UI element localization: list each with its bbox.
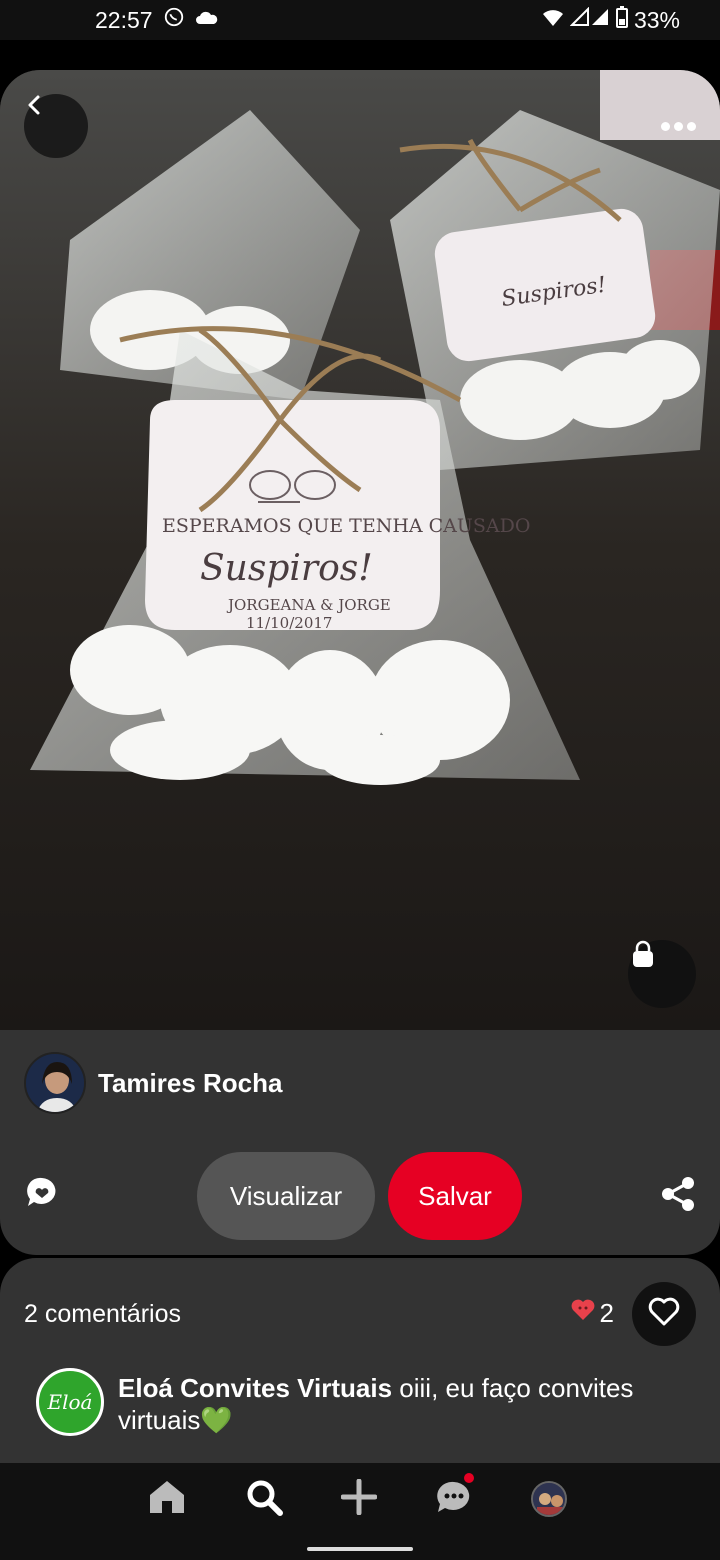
status-time: 22:57 [95, 6, 153, 33]
shop-button[interactable] [628, 940, 696, 1008]
messages-icon [436, 1480, 472, 1519]
nav-search[interactable] [242, 1477, 286, 1521]
tag-line2: Suspiros! [200, 548, 373, 589]
signal-icon [569, 6, 610, 33]
comments-count[interactable]: 2 comentários [24, 1300, 181, 1329]
nav-profile[interactable] [527, 1477, 571, 1521]
share-button[interactable] [658, 1176, 698, 1216]
pin-image[interactable]: Suspiros! ESPERAMOS QUE TENHA CAUSADO Su… [0, 70, 720, 1030]
like-button[interactable] [632, 1282, 696, 1346]
home-icon [148, 1479, 186, 1520]
comment-button[interactable] [22, 1174, 62, 1214]
comment-text: Eloá Convites Virtuais oiii, eu faço con… [118, 1368, 696, 1436]
add-icon [340, 1478, 378, 1520]
battery-icon [615, 6, 628, 34]
reaction-count: 2 [599, 1298, 614, 1328]
heart-outline-icon [648, 1297, 680, 1332]
search-icon [245, 1478, 283, 1521]
more-dot-icon [660, 121, 670, 131]
more-options-button[interactable] [656, 106, 700, 146]
tag-line3: JORGEANA & JORGE [226, 596, 391, 614]
share-icon [661, 1176, 695, 1217]
nav-home[interactable] [145, 1477, 189, 1521]
comment-avatar[interactable]: Eloá [36, 1368, 104, 1436]
tag-line1: ESPERAMOS QUE TENHA CAUSADO [162, 515, 530, 537]
messages-badge [464, 1473, 474, 1483]
profile-avatar [531, 1481, 567, 1517]
cloud-icon [195, 7, 219, 33]
salvar-button[interactable]: Salvar [388, 1152, 522, 1240]
actions-row: Visualizar Salvar [0, 1152, 720, 1242]
whatsapp-icon [163, 6, 185, 34]
comment-item: Eloá Eloá Convites Virtuais oiii, eu faç… [36, 1368, 696, 1436]
comments-card: 2 comentários 2 Eloá Eloá Convites Virtu… [0, 1258, 720, 1463]
creator-card: Tamires Rocha Visualizar Salvar [0, 1030, 720, 1255]
pin-photo: Suspiros! ESPERAMOS QUE TENHA CAUSADO Su… [0, 70, 720, 1030]
visualizar-button[interactable]: Visualizar [197, 1152, 375, 1240]
back-button[interactable] [24, 94, 88, 158]
tag-line4: 11/10/2017 [246, 614, 332, 632]
nav-create[interactable] [337, 1477, 381, 1521]
creator-row[interactable]: Tamires Rocha [24, 1052, 282, 1114]
comment-bubble-icon [25, 1175, 59, 1214]
reaction-summary[interactable]: 2 [570, 1298, 614, 1329]
creator-avatar[interactable] [24, 1052, 86, 1114]
heart-reaction-icon [570, 1298, 596, 1329]
comment-author[interactable]: Eloá Convites Virtuais [118, 1373, 392, 1403]
creator-name[interactable]: Tamires Rocha [98, 1068, 282, 1099]
home-indicator [307, 1547, 413, 1551]
wifi-icon [542, 7, 564, 33]
bottom-nav [0, 1463, 720, 1560]
battery-percentage: 33% [633, 6, 680, 33]
status-bar: 22:57 33% [0, 0, 720, 40]
nav-messages[interactable] [432, 1473, 476, 1521]
